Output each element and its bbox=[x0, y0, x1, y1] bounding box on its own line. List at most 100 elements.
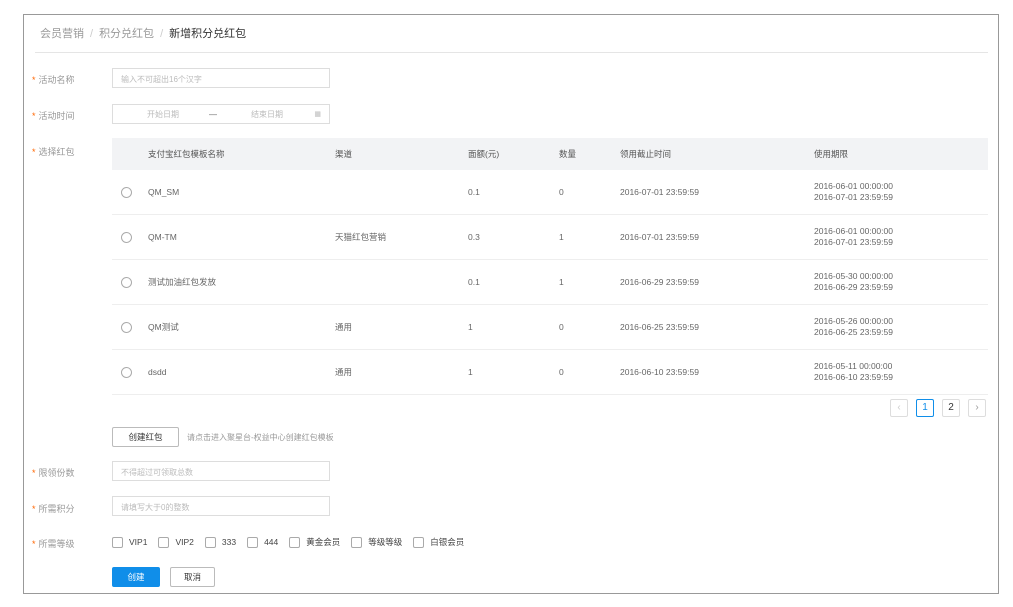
table-cell: 0 bbox=[558, 170, 619, 215]
level-checkbox-group: VIP1 VIP2 333 444 黄金会员 等级等级 白银会员 bbox=[112, 536, 475, 548]
col-header: 使用期限 bbox=[813, 138, 988, 170]
redpack-table: 支付宝红包模板名称 渠道 面额(元) 数量 领用截止时间 使用期限 QM_SM 0… bbox=[112, 138, 988, 395]
row-radio[interactable] bbox=[121, 366, 132, 378]
breadcrumb: 会员营销 / 积分兑红包 / 新增积分兑红包 bbox=[40, 28, 247, 40]
table-cell: 通用 bbox=[334, 304, 467, 350]
table-cell: QM-TM bbox=[147, 214, 334, 260]
validity-cell: 2016-05-30 00:00:00 2016-06-29 23:59:59 bbox=[813, 259, 988, 305]
level-checkbox[interactable]: 黄金会员 bbox=[289, 536, 340, 548]
breadcrumb-current: 新增积分兑红包 bbox=[169, 28, 247, 40]
level-checkbox[interactable]: 等级等级 bbox=[351, 536, 402, 548]
level-option-label: 444 bbox=[264, 537, 279, 547]
date-range-picker[interactable]: 开始日期 — 结束日期 ▦ bbox=[112, 104, 330, 124]
table-row[interactable]: QM_SM 0.1 0 2016-07-01 23:59:59 2016-06-01 0… bbox=[112, 170, 988, 215]
level-checkbox[interactable]: 白银会员 bbox=[413, 536, 464, 548]
calendar-icon: ▦ bbox=[314, 111, 321, 118]
range-separator: — bbox=[209, 109, 217, 119]
validity-cell: 2016-05-11 00:00:00 2016-06-10 23:59:59 bbox=[813, 349, 988, 395]
validity-start: 2016-05-30 00:00:00 bbox=[814, 271, 893, 281]
table-row[interactable]: dsdd 通用 1 0 2016-06-10 23:59:59 2016-05-11 00… bbox=[112, 349, 988, 395]
checkbox-box[interactable] bbox=[112, 536, 123, 548]
checkbox-box[interactable] bbox=[413, 536, 425, 548]
col-header: 面额(元) bbox=[467, 138, 558, 170]
table-cell: 天猫红包营销 bbox=[334, 214, 467, 260]
activity-time-label: * 活动时间 bbox=[32, 111, 75, 121]
col-header: 领用截止时间 bbox=[619, 138, 813, 170]
breadcrumb-points-redpack[interactable]: 积分兑红包 bbox=[99, 28, 154, 40]
create-redpack-hint: 请点击进入聚星台-权益中心创建红包模板 bbox=[187, 433, 334, 442]
table-cell bbox=[334, 170, 467, 215]
validity-start: 2016-06-01 00:00:00 bbox=[814, 181, 893, 191]
row-radio[interactable] bbox=[121, 276, 132, 288]
row-radio[interactable] bbox=[121, 321, 132, 333]
level-checkbox[interactable]: VIP1 bbox=[112, 536, 148, 548]
table-cell: 2016-07-01 23:59:59 bbox=[619, 214, 813, 260]
validity-end: 2016-06-29 23:59:59 bbox=[814, 282, 893, 292]
table-cell: QM测试 bbox=[147, 304, 334, 350]
limit-input[interactable]: 不得超过可领取总数 bbox=[112, 461, 330, 481]
validity-end: 2016-06-25 23:59:59 bbox=[814, 327, 893, 337]
table-cell: 2016-06-10 23:59:59 bbox=[619, 349, 813, 395]
level-option-label: 黄金会员 bbox=[306, 537, 341, 547]
level-option-label: VIP2 bbox=[175, 537, 194, 547]
checkbox-box[interactable] bbox=[204, 536, 216, 548]
table-cell: 0.3 bbox=[467, 214, 558, 260]
table-cell: 1 bbox=[558, 259, 619, 305]
col-header: 数量 bbox=[558, 138, 619, 170]
points-label: * 所需积分 bbox=[32, 504, 75, 514]
points-input[interactable]: 请填写大于0的整数 bbox=[112, 496, 330, 516]
validity-end: 2016-07-01 23:59:59 bbox=[814, 237, 893, 247]
table-cell: 0.1 bbox=[467, 170, 558, 215]
table-cell: 1 bbox=[467, 349, 558, 395]
table-cell: 2016-07-01 23:59:59 bbox=[619, 170, 813, 215]
validity-cell: 2016-06-01 00:00:00 2016-07-01 23:59:59 bbox=[813, 214, 988, 260]
start-date-input[interactable]: 开始日期 bbox=[147, 109, 179, 120]
level-option-label: 白银会员 bbox=[430, 537, 465, 547]
end-date-input[interactable]: 结束日期 bbox=[251, 109, 283, 120]
validity-end: 2016-07-01 23:59:59 bbox=[814, 192, 893, 202]
col-header: 支付宝红包模板名称 bbox=[147, 138, 334, 170]
page-2-button[interactable]: 2 bbox=[942, 399, 960, 417]
col-header: 渠道 bbox=[334, 138, 467, 170]
limit-label: * 限领份数 bbox=[32, 468, 75, 478]
activity-name-label: * 活动名称 bbox=[32, 75, 75, 85]
validity-start: 2016-06-01 00:00:00 bbox=[814, 226, 893, 236]
select-redpack-label: * 选择红包 bbox=[32, 147, 75, 157]
checkbox-box[interactable] bbox=[351, 536, 363, 548]
table-cell bbox=[334, 259, 467, 305]
checkbox-box[interactable] bbox=[158, 536, 170, 548]
page-1-button[interactable]: 1 bbox=[916, 399, 934, 417]
level-option-label: VIP1 bbox=[129, 537, 148, 547]
table-cell: 1 bbox=[558, 214, 619, 260]
table-row[interactable]: QM测试 通用 1 0 2016-06-25 23:59:59 2016-05-26 00… bbox=[112, 304, 988, 350]
activity-name-input[interactable]: 输入不可超出16个汉字 bbox=[112, 68, 330, 88]
table-cell: 通用 bbox=[334, 349, 467, 395]
table-cell: 0.1 bbox=[467, 259, 558, 305]
create-redpack-button[interactable]: 创建红包 bbox=[112, 427, 179, 447]
cancel-button[interactable]: 取消 bbox=[170, 567, 215, 587]
validity-cell: 2016-06-01 00:00:00 2016-07-01 23:59:59 bbox=[813, 170, 988, 215]
next-page-button[interactable]: › bbox=[968, 399, 986, 417]
level-checkbox[interactable]: 444 bbox=[247, 536, 279, 548]
create-button[interactable]: 创建 bbox=[112, 567, 160, 587]
table-cell: 2016-06-25 23:59:59 bbox=[619, 304, 813, 350]
validity-start: 2016-05-26 00:00:00 bbox=[814, 316, 893, 326]
level-checkbox[interactable]: VIP2 bbox=[158, 536, 194, 548]
table-row[interactable]: 测试加油红包发放 0.1 1 2016-06-29 23:59:59 2016-05-3… bbox=[112, 259, 988, 305]
row-radio[interactable] bbox=[121, 186, 132, 198]
checkbox-box[interactable] bbox=[247, 536, 259, 548]
validity-start: 2016-05-11 00:00:00 bbox=[814, 361, 893, 371]
validity-end: 2016-06-10 23:59:59 bbox=[814, 372, 893, 382]
table-cell: 0 bbox=[558, 349, 619, 395]
table-cell: dsdd bbox=[147, 349, 334, 395]
table-cell: 测试加油红包发放 bbox=[147, 259, 334, 305]
breadcrumb-member-marketing[interactable]: 会员营销 bbox=[40, 28, 84, 40]
checkbox-box[interactable] bbox=[289, 536, 301, 548]
level-option-label: 333 bbox=[221, 537, 237, 547]
prev-page-button[interactable]: ‹ bbox=[890, 399, 908, 417]
level-option-label: 等级等级 bbox=[368, 537, 403, 547]
row-radio[interactable] bbox=[121, 231, 132, 243]
table-cell: 0 bbox=[558, 304, 619, 350]
level-checkbox[interactable]: 333 bbox=[204, 536, 237, 548]
table-row[interactable]: QM-TM 天猫红包营销 0.3 1 2016-07-01 23:59:59 2016-0… bbox=[112, 214, 988, 260]
